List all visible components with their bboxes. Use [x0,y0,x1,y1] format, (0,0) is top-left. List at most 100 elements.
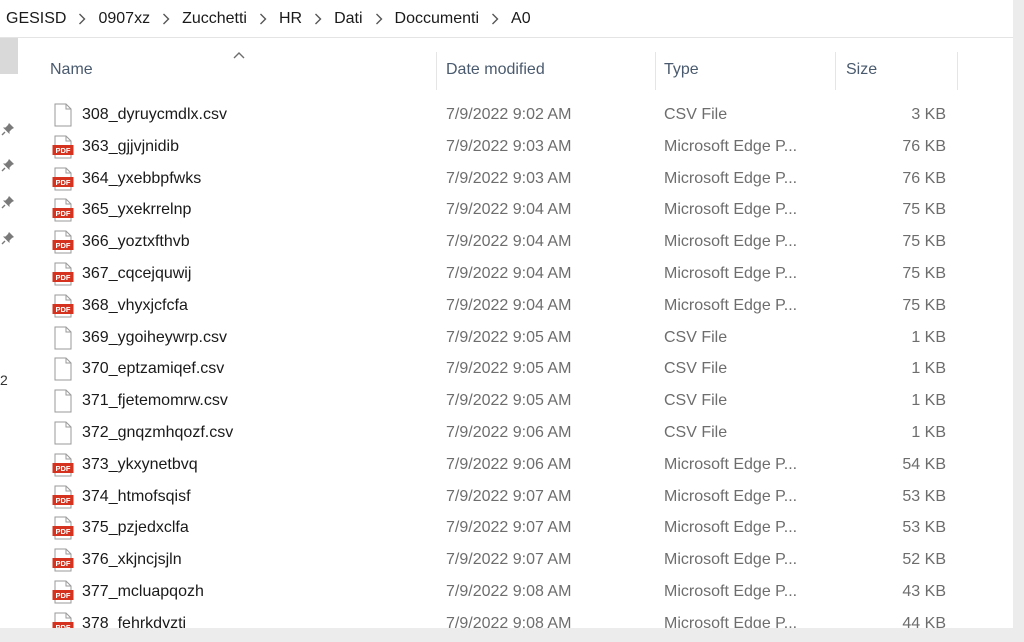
column-header-size[interactable]: Size [836,48,957,92]
file-type: Microsoft Edge P... [664,169,798,187]
file-size: 76 KB [902,137,946,155]
column-header-name[interactable]: Name [36,48,436,92]
file-name-cell[interactable]: PDF 375_pzjedxclfa [52,512,189,544]
pdf-file-icon: PDF [52,453,82,477]
file-name[interactable]: 366_yoztxfthvb [82,233,190,251]
file-name-cell[interactable]: PDF 365_yxekrrelnp [52,194,191,226]
file-row[interactable]: 369_ygoiheywrp.csv 7/9/2022 9:05 AM CSV Fi… [0,322,1013,354]
pdf-file-icon: PDF [52,167,82,191]
window-edge [1013,0,1024,642]
file-row[interactable]: 372_gnqzmhqozf.csv 7/9/2022 9:06 AM CSV Fi… [0,417,1013,449]
file-type: Microsoft Edge P... [664,614,798,628]
file-name-cell[interactable]: 369_ygoiheywrp.csv [52,322,227,354]
pdf-file-icon: PDF [52,294,82,318]
file-name[interactable]: 378_fehrkdyzti [82,615,186,628]
file-name[interactable]: 363_gjjvjnidib [82,138,179,156]
column-divider[interactable] [957,52,958,90]
file-name-cell[interactable]: PDF 364_yxebbpfwks [52,163,201,195]
file-name[interactable]: 377_mcluapqozh [82,583,204,601]
file-name-cell[interactable]: 308_dyruycmdlx.csv [52,99,227,131]
file-name-cell[interactable]: PDF 377_mcluapqozh [52,576,204,608]
breadcrumb-item-dati[interactable]: Dati [334,10,362,28]
file-size: 52 KB [902,551,946,569]
file-row[interactable]: PDF 378_fehrkdyzti 7/9/2022 9:08 AM Microso… [0,608,1013,628]
file-row[interactable]: PDF 364_yxebbpfwks 7/9/2022 9:03 AM Microso… [0,163,1013,195]
file-size: 75 KB [902,265,946,282]
window-edge [0,628,1024,642]
file-name-cell[interactable]: PDF 368_vhyxjcfcfa [52,290,188,322]
pdf-file-icon: PDF [52,548,82,572]
file-name[interactable]: 308_dyruycmdlx.csv [82,106,227,124]
file-name-cell[interactable]: 370_eptzamiqef.csv [52,353,224,385]
file-name-cell[interactable]: PDF 366_yoztxfthvb [52,226,190,258]
column-header-date-modified[interactable]: Date modified [432,48,651,92]
file-type: CSV File [664,424,728,441]
file-name[interactable]: 371_fjetemomrw.csv [82,392,228,410]
file-row[interactable]: PDF 375_pzjedxclfa 7/9/2022 9:07 AM Microso… [0,512,1013,544]
file-size: 3 KB [911,106,946,123]
file-size: 75 KB [902,201,946,219]
file-date-modified: 7/9/2022 9:08 AM [446,583,572,600]
file-name[interactable]: 367_cqcejquwij [82,265,191,283]
file-name[interactable]: 375_pzjedxclfa [82,519,189,537]
svg-text:PDF: PDF [56,146,71,155]
chevron-right-icon[interactable] [247,12,279,26]
file-date-modified: 7/9/2022 9:05 AM [446,360,572,378]
pdf-file-icon: PDF [52,135,82,159]
file-name[interactable]: 369_ygoiheywrp.csv [82,329,227,347]
file-size: 1 KB [911,328,946,346]
pdf-file-icon: PDF [52,230,82,254]
nav-item-selected[interactable] [0,38,18,74]
file-size: 75 KB [902,296,946,314]
file-name[interactable]: 376_xkjncjsjln [82,551,182,569]
file-row[interactable]: 371_fjetemomrw.csv 7/9/2022 9:05 AM CSV Fi… [0,385,1013,417]
file-row[interactable]: PDF 374_htmofsqisf 7/9/2022 9:07 AM Microso… [0,481,1013,513]
file-name-cell[interactable]: PDF 373_ykxynetbvq [52,449,198,481]
file-row[interactable]: PDF 368_vhyxjcfcfa 7/9/2022 9:04 AM Microso… [0,290,1013,322]
file-name-cell[interactable]: PDF 363_gjjvjnidib [52,131,179,163]
file-name[interactable]: 374_htmofsqisf [82,488,191,506]
file-name-cell[interactable]: PDF 367_cqcejquwij [52,258,191,290]
breadcrumb-item-gesisd[interactable]: GESISD [6,10,66,28]
file-row[interactable]: PDF 366_yoztxfthvb 7/9/2022 9:04 AM Microso… [0,226,1013,258]
breadcrumb-item-hr[interactable]: HR [279,10,302,28]
file-name[interactable]: 372_gnqzmhqozf.csv [82,424,233,442]
chevron-right-icon[interactable] [66,12,98,26]
file-date-modified: 7/9/2022 9:05 AM [446,328,572,346]
chevron-right-icon[interactable] [479,12,511,26]
chevron-right-icon[interactable] [150,12,182,26]
file-row[interactable]: PDF 367_cqcejquwij 7/9/2022 9:04 AM Microso… [0,258,1013,290]
breadcrumb-item-doccumenti[interactable]: Doccumenti [395,10,479,28]
column-header-type[interactable]: Type [650,48,830,92]
file-name-cell[interactable]: PDF 374_htmofsqisf [52,481,191,513]
file-row[interactable]: PDF 376_xkjncjsjln 7/9/2022 9:07 AM Microso… [0,544,1013,576]
file-name[interactable]: 365_yxekrrelnp [82,201,191,219]
svg-text:PDF: PDF [56,527,71,536]
chevron-right-icon[interactable] [363,12,395,26]
file-row[interactable]: PDF 363_gjjvjnidib 7/9/2022 9:03 AM Microso… [0,131,1013,163]
file-name[interactable]: 368_vhyxjcfcfa [82,297,188,315]
file-name-cell[interactable]: PDF 378_fehrkdyzti [52,608,186,628]
svg-text:PDF: PDF [56,178,71,187]
csv-file-icon [52,326,82,350]
breadcrumb-item-0907xz[interactable]: 0907xz [98,10,150,28]
breadcrumb-item-zucchetti[interactable]: Zucchetti [182,10,247,28]
file-row[interactable]: PDF 373_ykxynetbvq 7/9/2022 9:06 AM Microso… [0,449,1013,481]
file-name-cell[interactable]: PDF 376_xkjncjsjln [52,544,182,576]
file-name[interactable]: 364_yxebbpfwks [82,170,201,188]
file-date-modified: 7/9/2022 9:04 AM [446,265,572,282]
file-name-cell[interactable]: 372_gnqzmhqozf.csv [52,417,233,449]
file-row[interactable]: PDF 365_yxekrrelnp 7/9/2022 9:04 AM Microso… [0,194,1013,226]
file-row[interactable]: PDF 377_mcluapqozh 7/9/2022 9:08 AM Microso… [0,576,1013,608]
file-name-cell[interactable]: 371_fjetemomrw.csv [52,385,228,417]
svg-text:PDF: PDF [56,241,71,250]
file-row[interactable]: 308_dyruycmdlx.csv 7/9/2022 9:02 AM CSV Fi… [0,99,1013,131]
breadcrumb-item-a0[interactable]: A0 [511,10,531,28]
file-name[interactable]: 370_eptzamiqef.csv [82,360,224,378]
file-row[interactable]: 370_eptzamiqef.csv 7/9/2022 9:05 AM CSV Fi… [0,353,1013,385]
file-name[interactable]: 373_ykxynetbvq [82,456,198,474]
file-size: 1 KB [911,360,946,378]
csv-file-icon [52,389,82,413]
chevron-right-icon[interactable] [302,12,334,26]
file-date-modified: 7/9/2022 9:05 AM [446,392,572,410]
